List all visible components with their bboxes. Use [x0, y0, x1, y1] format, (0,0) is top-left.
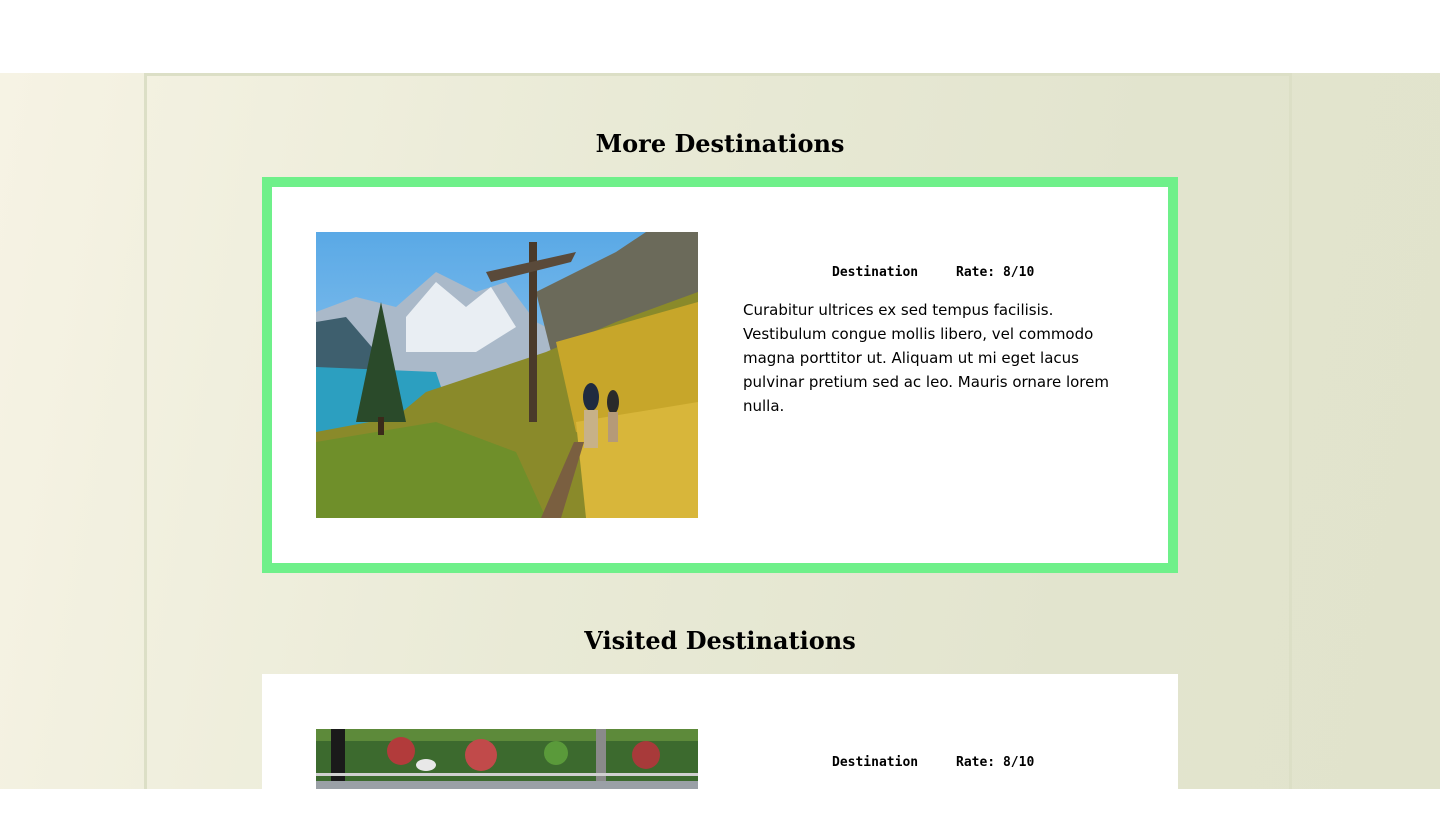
- visited-destination-card[interactable]: Destination Rate: 8/10: [262, 674, 1178, 814]
- destination-description: Curabitur ultrices ex sed tempus facilis…: [743, 301, 1109, 415]
- destination-label: Destination: [832, 755, 919, 770]
- top-bar: [0, 0, 1440, 73]
- destination-label: Destination: [832, 265, 919, 280]
- rate-label: Rate: 8/10: [956, 755, 1035, 770]
- mountain-trail-image: [316, 232, 698, 518]
- visited-destinations-heading: Visited Destinations: [584, 626, 856, 655]
- destination-photo-garden[interactable]: [316, 729, 698, 789]
- rate-label: Rate: 8/10: [956, 265, 1035, 280]
- destination-card-highlighted[interactable]: Destination Rate: 8/10 Curabitur ultrice…: [262, 177, 1178, 573]
- more-destinations-heading: More Destinations: [595, 129, 845, 158]
- destination-photo-hikers[interactable]: [316, 232, 698, 518]
- garden-image: [316, 729, 698, 789]
